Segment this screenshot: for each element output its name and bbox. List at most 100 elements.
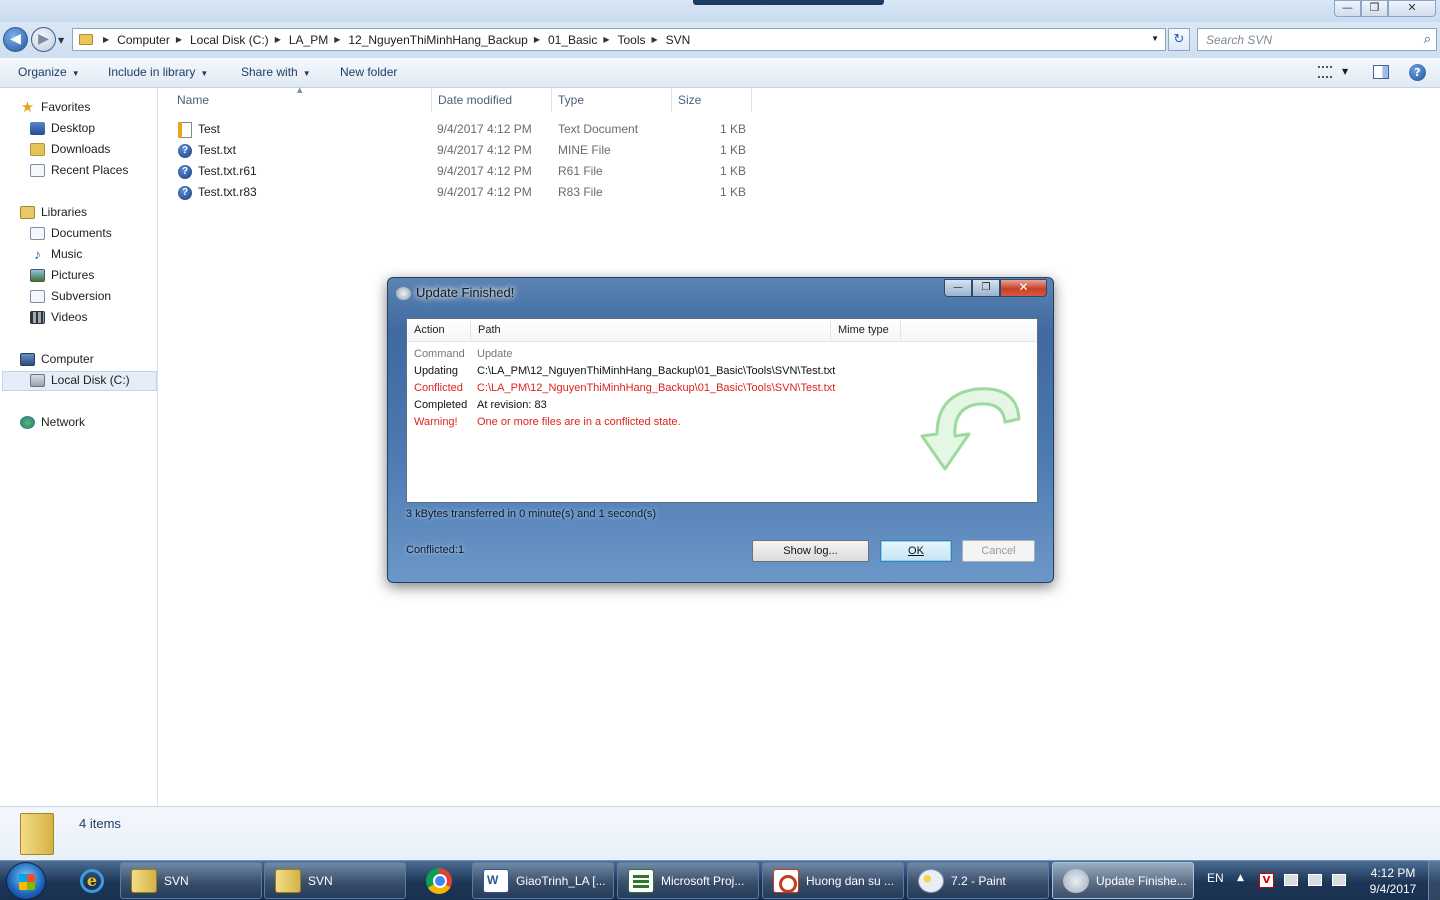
cancel-button[interactable]: Cancel [962, 540, 1035, 562]
chevron-right-icon[interactable]: ▶ [334, 35, 340, 44]
update-results-list[interactable]: Action Path Mime type Command Update Upd… [406, 318, 1038, 503]
share-with-button[interactable]: Share with ▼ [241, 65, 311, 79]
breadcrumb-tools[interactable]: Tools [618, 33, 646, 47]
back-button[interactable]: ◀ [3, 27, 28, 52]
show-log-button[interactable]: Show log... [752, 540, 869, 562]
column-header-path[interactable]: Path [471, 319, 831, 342]
column-header-date[interactable]: Date modified [432, 88, 552, 112]
action-center-icon[interactable] [1332, 874, 1346, 886]
chevron-right-icon[interactable]: ▶ [103, 35, 109, 44]
address-dropdown-icon[interactable]: ▼ [1151, 34, 1159, 43]
preview-pane-icon[interactable] [1373, 65, 1389, 79]
nav-local-disk-label: Local Disk (C:) [51, 373, 130, 387]
column-header-size[interactable]: Size [672, 88, 752, 112]
tortoisesvn-icon [1063, 869, 1089, 893]
nav-libraries[interactable]: Libraries [20, 202, 87, 222]
nav-music[interactable]: ♪ Music [30, 244, 82, 264]
file-size: 1 KB [720, 164, 747, 178]
view-options-dropdown[interactable]: ▼ [1342, 67, 1348, 76]
taskbar-item-project[interactable]: Microsoft Proj... [617, 862, 759, 899]
nav-desktop[interactable]: Desktop [30, 118, 95, 138]
documents-icon [30, 226, 45, 240]
nav-computer[interactable]: Computer [20, 349, 94, 369]
column-header-type[interactable]: Type [552, 88, 672, 112]
file-row[interactable]: ? Test.txt.r83 9/4/2017 4:12 PM R83 File… [176, 182, 756, 203]
nav-subversion[interactable]: Subversion [30, 286, 111, 306]
breadcrumb-svn[interactable]: SVN [666, 33, 691, 47]
start-button[interactable] [6, 862, 46, 900]
nav-local-disk[interactable]: Local Disk (C:) [30, 370, 130, 390]
address-bar[interactable]: ▶ Computer ▶ Local Disk (C:) ▶ LA_PM ▶ 1… [72, 28, 1166, 51]
taskbar-item-update-finished[interactable]: Update Finishe... [1052, 862, 1194, 899]
breadcrumb-computer[interactable]: Computer [117, 33, 170, 47]
recent-pages-dropdown[interactable]: ▼ [58, 36, 64, 45]
address-row: ◀ ▶ ▼ ▶ Computer ▶ Local Disk (C:) ▶ LA_… [0, 22, 1440, 58]
chevron-right-icon[interactable]: ▶ [534, 35, 540, 44]
nav-favorites[interactable]: ★ Favorites [20, 97, 91, 117]
forward-button[interactable]: ▶ [31, 27, 56, 52]
dialog-maximize-button[interactable]: ❐ [972, 279, 1000, 297]
minimize-button[interactable]: — [1334, 0, 1361, 17]
breadcrumb-local-disk[interactable]: Local Disk (C:) [190, 33, 269, 47]
row-path: One or more files are in a conflicted st… [477, 416, 681, 428]
close-button[interactable]: ✕ [1388, 0, 1436, 17]
internet-explorer-button[interactable]: e [62, 862, 116, 899]
nav-documents[interactable]: Documents [30, 223, 112, 243]
file-row[interactable]: Test 9/4/2017 4:12 PM Text Document 1 KB [176, 119, 756, 140]
back-arrow-icon: ◀ [10, 31, 21, 47]
include-in-library-button[interactable]: Include in library ▼ [108, 65, 208, 79]
task-label: SVN [164, 874, 189, 888]
help-icon[interactable]: ? [1409, 64, 1426, 81]
chrome-button[interactable] [412, 862, 466, 899]
new-folder-button[interactable]: New folder [340, 65, 397, 79]
nav-network[interactable]: Network [20, 412, 85, 432]
refresh-button[interactable]: ↻ [1168, 28, 1190, 51]
computer-icon [20, 352, 35, 366]
dialog-minimize-button[interactable]: — [944, 279, 972, 297]
nav-downloads[interactable]: Downloads [30, 139, 110, 159]
change-view-icon[interactable] [1318, 66, 1332, 78]
taskbar-item-svn[interactable]: SVN [120, 862, 262, 899]
taskbar-item-svn-2[interactable]: SVN [264, 862, 406, 899]
chevron-right-icon[interactable]: ▶ [275, 35, 281, 44]
unknown-file-icon: ? [178, 165, 192, 179]
nav-pictures[interactable]: Pictures [30, 265, 94, 285]
organize-button[interactable]: Organize ▼ [18, 65, 80, 79]
breadcrumb-backup[interactable]: 12_NguyenThiMinhHang_Backup [348, 33, 527, 47]
details-pane: 4 items [0, 806, 1440, 860]
star-icon: ★ [20, 99, 35, 116]
language-indicator[interactable]: EN [1207, 871, 1224, 885]
taskbar: e SVN SVN GiaoTrinh_LA [... Microsoft Pr… [0, 860, 1440, 900]
taskbar-item-powerpoint[interactable]: Huong dan su ... [762, 862, 904, 899]
show-hidden-icons-icon[interactable]: ▲ [1237, 873, 1244, 883]
file-row[interactable]: ? Test.txt.r61 9/4/2017 4:12 PM R61 File… [176, 161, 756, 182]
maximize-button[interactable]: ❐ [1361, 0, 1388, 17]
task-label: Microsoft Proj... [661, 874, 745, 888]
chevron-right-icon[interactable]: ▶ [176, 35, 182, 44]
breadcrumb-la-pm[interactable]: LA_PM [289, 33, 328, 47]
search-icon[interactable]: ⌕ [1424, 31, 1431, 47]
show-desktop-button[interactable] [1428, 861, 1440, 900]
breadcrumb-basic[interactable]: 01_Basic [548, 33, 597, 47]
chevron-right-icon[interactable]: ▶ [652, 35, 658, 44]
folder-icon [275, 869, 301, 893]
column-header-name[interactable]: Name [171, 88, 432, 112]
file-row[interactable]: ? Test.txt 9/4/2017 4:12 PM MINE File 1 … [176, 140, 756, 161]
column-header-action[interactable]: Action [407, 319, 471, 342]
search-input[interactable]: Search SVN ⌕ [1197, 28, 1437, 51]
taskbar-item-paint[interactable]: 7.2 - Paint [907, 862, 1049, 899]
clock[interactable]: 4:12 PM 9/4/2017 [1358, 865, 1428, 897]
nav-videos[interactable]: Videos [30, 307, 87, 327]
desktop-icon [30, 121, 45, 135]
antivirus-icon[interactable]: V [1259, 873, 1274, 888]
taskbar-item-word[interactable]: GiaoTrinh_LA [... [472, 862, 614, 899]
dialog-close-button[interactable]: ✕ [1000, 279, 1047, 297]
list-item[interactable]: Command Update [407, 346, 1037, 363]
column-header-mime-type[interactable]: Mime type [831, 319, 901, 342]
refresh-icon: ↻ [1173, 32, 1185, 47]
nav-recent-places[interactable]: Recent Places [30, 160, 128, 180]
chevron-right-icon[interactable]: ▶ [603, 35, 609, 44]
ok-button[interactable]: OK [880, 540, 952, 562]
volume-icon[interactable] [1284, 874, 1298, 886]
network-status-icon[interactable] [1308, 874, 1322, 886]
